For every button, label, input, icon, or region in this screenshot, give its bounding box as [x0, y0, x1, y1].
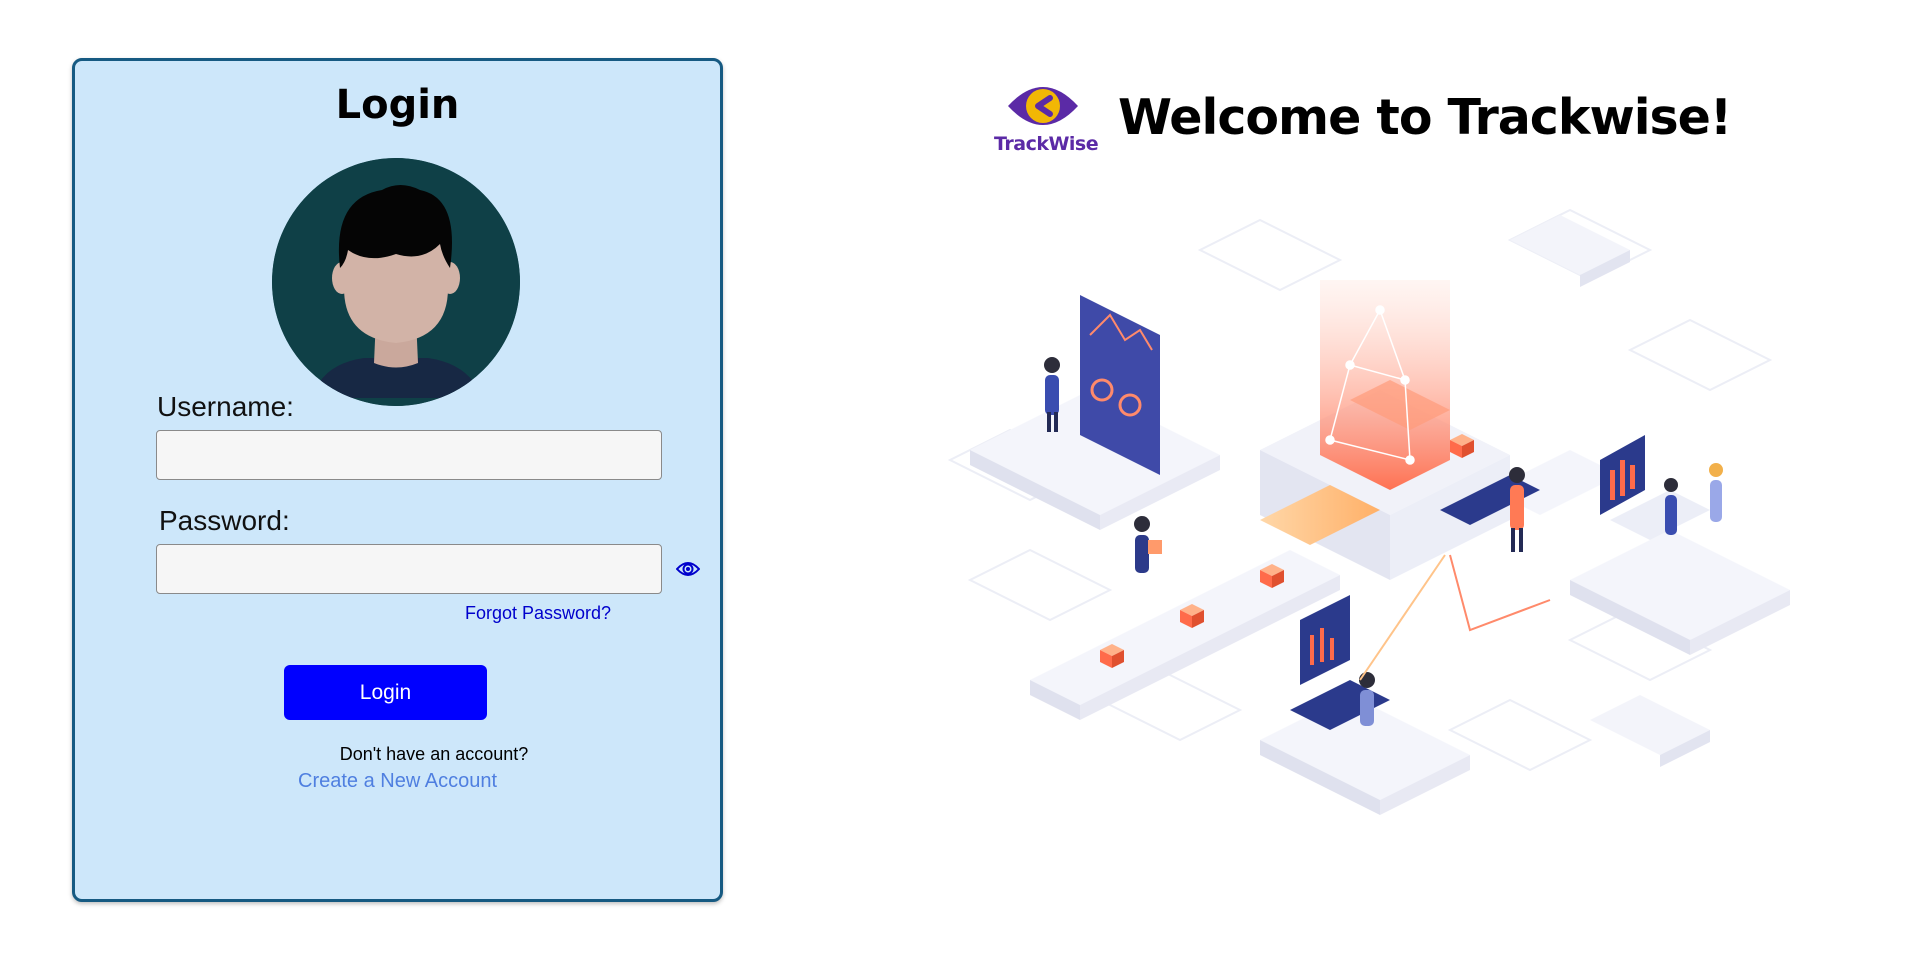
password-label: Password:: [159, 505, 290, 536]
show-password-eye-icon[interactable]: [675, 556, 701, 582]
login-title: Login: [335, 82, 460, 128]
isometric-tracking-illustration: [930, 160, 1810, 860]
username-label: Username:: [157, 391, 294, 422]
login-card: Login Username: Password: Forgot Passwor…: [72, 58, 723, 902]
create-account-link[interactable]: Create a New Account: [75, 769, 720, 793]
password-input[interactable]: [156, 544, 662, 594]
welcome-heading: Welcome to Trackwise!: [1118, 89, 1732, 146]
login-button[interactable]: Login: [284, 665, 487, 720]
brand-logo-text: TrackWise: [994, 133, 1099, 155]
no-account-text: Don't have an account?: [339, 744, 529, 764]
username-input[interactable]: [156, 430, 662, 480]
forgot-password-link[interactable]: Forgot Password?: [465, 602, 611, 624]
user-avatar: [272, 158, 520, 406]
